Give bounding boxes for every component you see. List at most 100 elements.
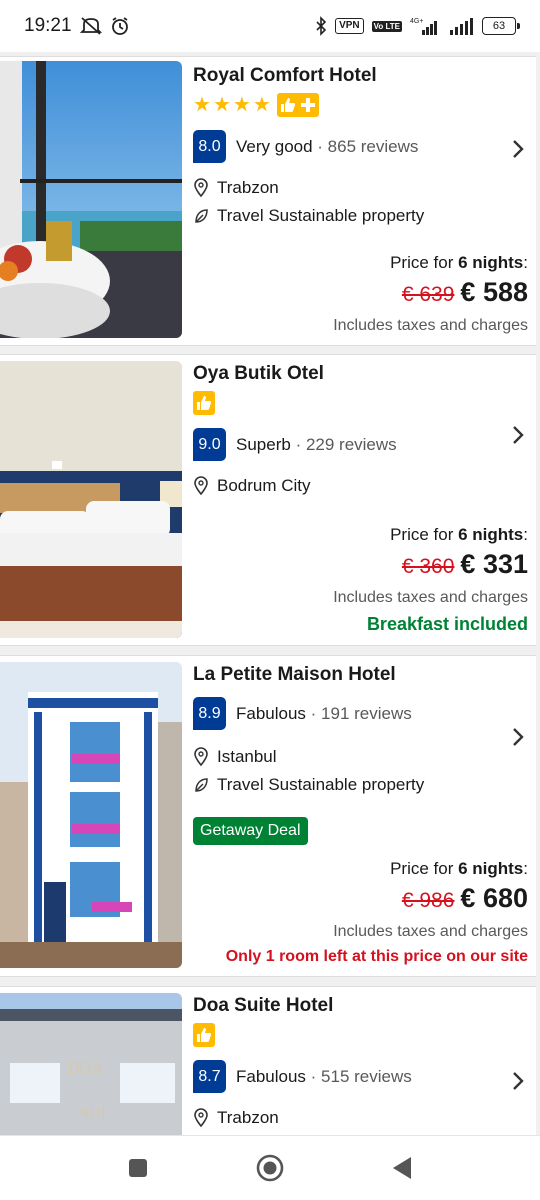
hotel-photo[interactable] <box>0 662 182 968</box>
hotel-photo[interactable] <box>0 361 182 638</box>
sustainable-text: Travel Sustainable property <box>217 775 425 794</box>
price-label: Price for 6 nights: <box>390 525 528 544</box>
preferred-badge[interactable] <box>193 391 215 415</box>
original-price: € 360 <box>401 555 455 578</box>
status-bar: 19:21 VPN Vo LTE 4G+ 63 <box>0 0 540 52</box>
back-button[interactable] <box>382 1148 422 1188</box>
hotel-card[interactable]: Royal Comfort Hotel ★ ★ ★ ★ 8.0 Very goo… <box>0 56 536 346</box>
review-count: · 191 reviews <box>310 703 412 723</box>
svg-text:4G+: 4G+ <box>410 18 423 25</box>
review-score: 8.7 Fabulous · 515 reviews <box>193 1060 412 1093</box>
rating-badges <box>193 391 215 415</box>
location-text: Istanbul <box>217 747 277 766</box>
star-rating: ★ ★ ★ ★ <box>193 93 319 117</box>
thumbs-up-icon <box>197 396 211 410</box>
original-price: € 639 <box>401 283 455 306</box>
signal-icon <box>448 16 474 36</box>
current-price: € 588 <box>460 277 528 307</box>
hotel-name[interactable]: La Petite Maison Hotel <box>193 664 396 686</box>
map-pin-icon <box>194 747 208 767</box>
review-score: 8.0 Very good · 865 reviews <box>193 130 418 163</box>
current-price: € 680 <box>460 883 528 913</box>
taxes-note: Includes taxes and charges <box>333 923 528 940</box>
plus-icon <box>300 98 315 112</box>
hotel-name[interactable]: Doa Suite Hotel <box>193 995 333 1017</box>
rating-word: Very good <box>236 136 313 156</box>
sign-doa: DOA <box>68 1060 103 1077</box>
signal-4g-icon: 4G+ <box>410 16 440 36</box>
chevron-right-icon[interactable] <box>508 723 528 751</box>
square-icon <box>129 1159 147 1177</box>
thumbs-up-icon <box>197 1028 211 1042</box>
chevron-right-icon[interactable] <box>508 1067 528 1095</box>
map-pin-icon <box>194 178 208 198</box>
taxes-note: Includes taxes and charges <box>333 589 528 606</box>
review-score: 8.9 Fabulous · 191 reviews <box>193 697 412 730</box>
hotel-list[interactable]: Royal Comfort Hotel ★ ★ ★ ★ 8.0 Very goo… <box>0 52 540 1135</box>
breakfast-included: Breakfast included <box>366 614 528 634</box>
location: Istanbul <box>193 747 277 767</box>
hotel-card[interactable]: DOA SUI Doa Suite Hotel 8.7 Fabulous · 5… <box>0 986 536 1135</box>
hotel-photo[interactable]: DOA SUI <box>0 993 182 1135</box>
preferred-badge[interactable] <box>193 1023 215 1047</box>
star-icon: ★ <box>212 94 231 116</box>
review-count: · 515 reviews <box>310 1066 412 1086</box>
star-icon: ★ <box>232 94 251 116</box>
location-text: Bodrum City <box>217 476 311 495</box>
hotel-name[interactable]: Royal Comfort Hotel <box>193 65 377 87</box>
star-icon: ★ <box>252 94 271 116</box>
home-circle-icon <box>256 1154 284 1182</box>
price-label: Price for 6 nights: <box>390 253 528 272</box>
score-badge: 8.0 <box>193 130 226 163</box>
thumbs-up-icon <box>280 98 295 112</box>
leaf-icon <box>195 778 208 792</box>
battery-indicator: 63 <box>482 17 520 35</box>
price: € 360 € 331 <box>402 549 528 580</box>
location-text: Trabzon <box>217 178 279 197</box>
rating-badges <box>193 1023 215 1047</box>
score-badge: 8.9 <box>193 697 226 730</box>
recents-button[interactable] <box>118 1148 158 1188</box>
sign-suite: SUI <box>80 1105 106 1122</box>
getaway-deal-badge: Getaway Deal <box>193 817 308 845</box>
bluetooth-icon <box>315 16 327 36</box>
hotel-name[interactable]: Oya Butik Otel <box>193 363 324 385</box>
preferred-plus-badge[interactable] <box>276 93 319 117</box>
rating-word: Fabulous <box>236 703 306 723</box>
sustainability: Travel Sustainable property <box>193 206 424 226</box>
hotel-card[interactable]: Oya Butik Otel 9.0 Superb · 229 reviews … <box>0 354 536 646</box>
score-badge: 8.7 <box>193 1060 226 1093</box>
location: Trabzon <box>193 178 279 198</box>
price-label: Price for 6 nights: <box>390 859 528 878</box>
original-price: € 986 <box>401 889 455 912</box>
hotel-card[interactable]: La Petite Maison Hotel 8.9 Fabulous · 19… <box>0 655 536 977</box>
clock: 19:21 <box>24 15 72 36</box>
sustainable-text: Travel Sustainable property <box>217 206 425 225</box>
location: Trabzon <box>193 1108 279 1128</box>
rating-word: Fabulous <box>236 1066 306 1086</box>
mute-vibrate-icon <box>79 16 102 36</box>
price: € 986 € 680 <box>402 883 528 914</box>
chevron-right-icon[interactable] <box>508 421 528 449</box>
map-pin-icon <box>194 476 208 496</box>
review-count: · 229 reviews <box>295 434 397 454</box>
alarm-icon <box>110 16 130 36</box>
taxes-note: Includes taxes and charges <box>333 317 528 334</box>
review-count: · 865 reviews <box>317 136 419 156</box>
score-badge: 9.0 <box>193 428 226 461</box>
home-button[interactable] <box>250 1148 290 1188</box>
price: € 639 € 588 <box>402 277 528 308</box>
chevron-right-icon[interactable] <box>508 135 528 163</box>
map-pin-icon <box>194 1108 208 1128</box>
volte-indicator: Vo LTE <box>371 20 402 32</box>
vpn-indicator: VPN <box>335 18 364 34</box>
rooms-left-warning: Only 1 room left at this price on our si… <box>225 948 528 965</box>
sustainability: Travel Sustainable property <box>193 775 424 795</box>
location-text: Trabzon <box>217 1108 279 1127</box>
location: Bodrum City <box>193 476 311 496</box>
rating-word: Superb <box>236 434 291 454</box>
back-triangle-icon <box>393 1157 411 1179</box>
system-nav-bar <box>0 1135 540 1200</box>
leaf-icon <box>195 209 208 223</box>
hotel-photo[interactable] <box>0 61 182 338</box>
